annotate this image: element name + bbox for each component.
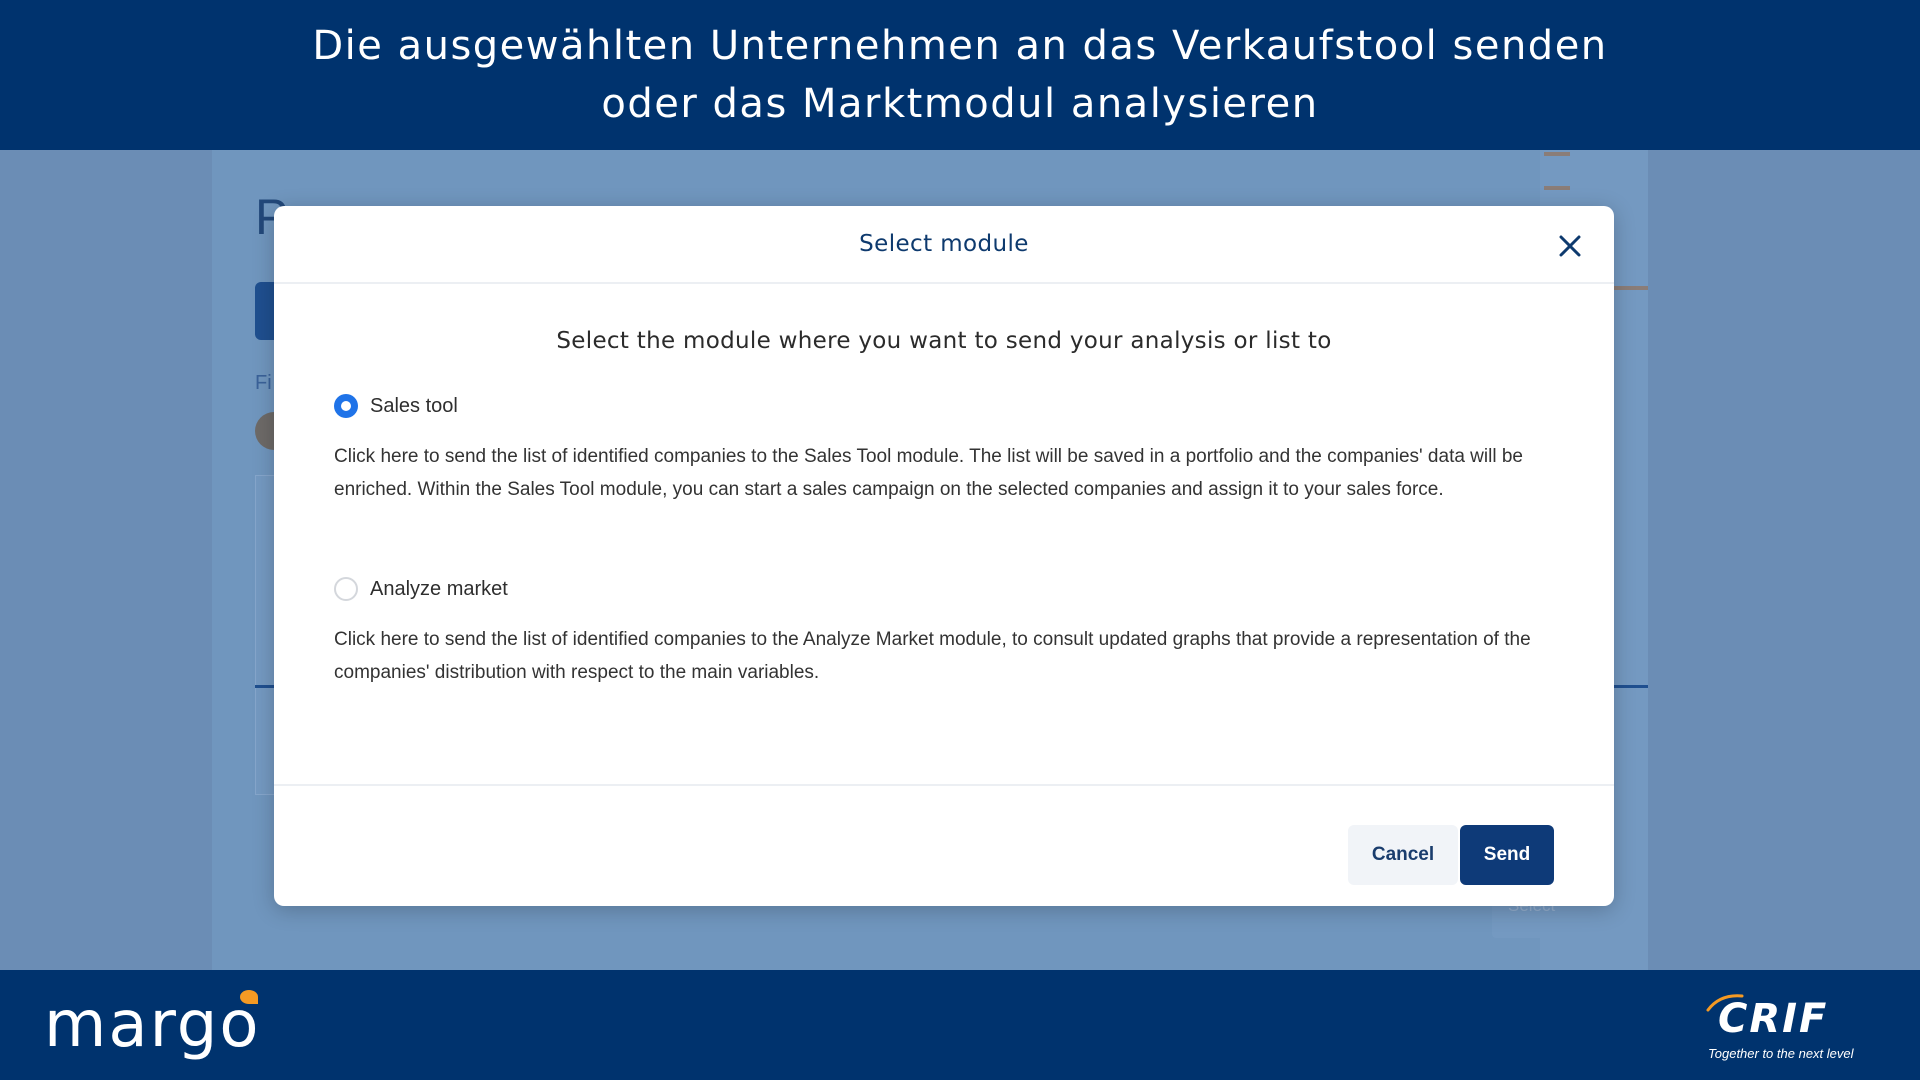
send-button[interactable]: Send — [1460, 825, 1554, 885]
sales-tool-description: Click here to send the list of identifie… — [334, 446, 1523, 500]
background-menu-dash — [1544, 152, 1570, 156]
analyze-market-label: Analyze market — [370, 577, 508, 600]
dialog-footer: Cancel Send — [274, 784, 1614, 906]
bottom-banner: margo CRIF Together to the next level — [0, 970, 1920, 1080]
radio-unchecked-icon[interactable] — [334, 577, 358, 601]
banner-title-line-1: Die ausgewählten Unternehmen an das Verk… — [312, 23, 1608, 69]
radio-checked-icon[interactable] — [334, 394, 358, 418]
margo-logo: margo — [44, 988, 261, 1062]
crif-tagline: Together to the next level — [1708, 1046, 1854, 1061]
cancel-button[interactable]: Cancel — [1348, 825, 1458, 885]
close-icon — [1559, 235, 1581, 257]
dialog-title: Select module — [859, 231, 1029, 257]
top-banner: Die ausgewählten Unternehmen an das Verk… — [0, 0, 1920, 150]
sales-tool-radio-option[interactable]: Sales tool — [334, 394, 1574, 418]
banner-title-line-2: oder das Marktmodul analysieren — [601, 81, 1319, 127]
background-filter-label: Fi — [255, 372, 272, 394]
crif-logo: CRIF Together to the next level — [1704, 992, 1884, 1072]
dialog-header: Select module — [274, 206, 1614, 284]
dialog-subtitle: Select the module where you want to send… — [556, 328, 1332, 354]
analyze-market-description: Click here to send the list of identifie… — [334, 629, 1531, 683]
background-menu-dash — [1544, 186, 1570, 190]
analyze-market-radio-option[interactable]: Analyze market — [334, 577, 1574, 601]
crif-logo-text: CRIF — [1718, 996, 1829, 1042]
option-analyze-market: Analyze market Click here to send the li… — [334, 577, 1574, 689]
close-button[interactable] — [1552, 228, 1588, 264]
sales-tool-label: Sales tool — [370, 394, 458, 417]
option-sales-tool: Sales tool Click here to send the list o… — [334, 394, 1574, 506]
margo-logo-accent — [240, 990, 258, 1004]
select-module-dialog: Select module Select the module where yo… — [274, 206, 1614, 906]
